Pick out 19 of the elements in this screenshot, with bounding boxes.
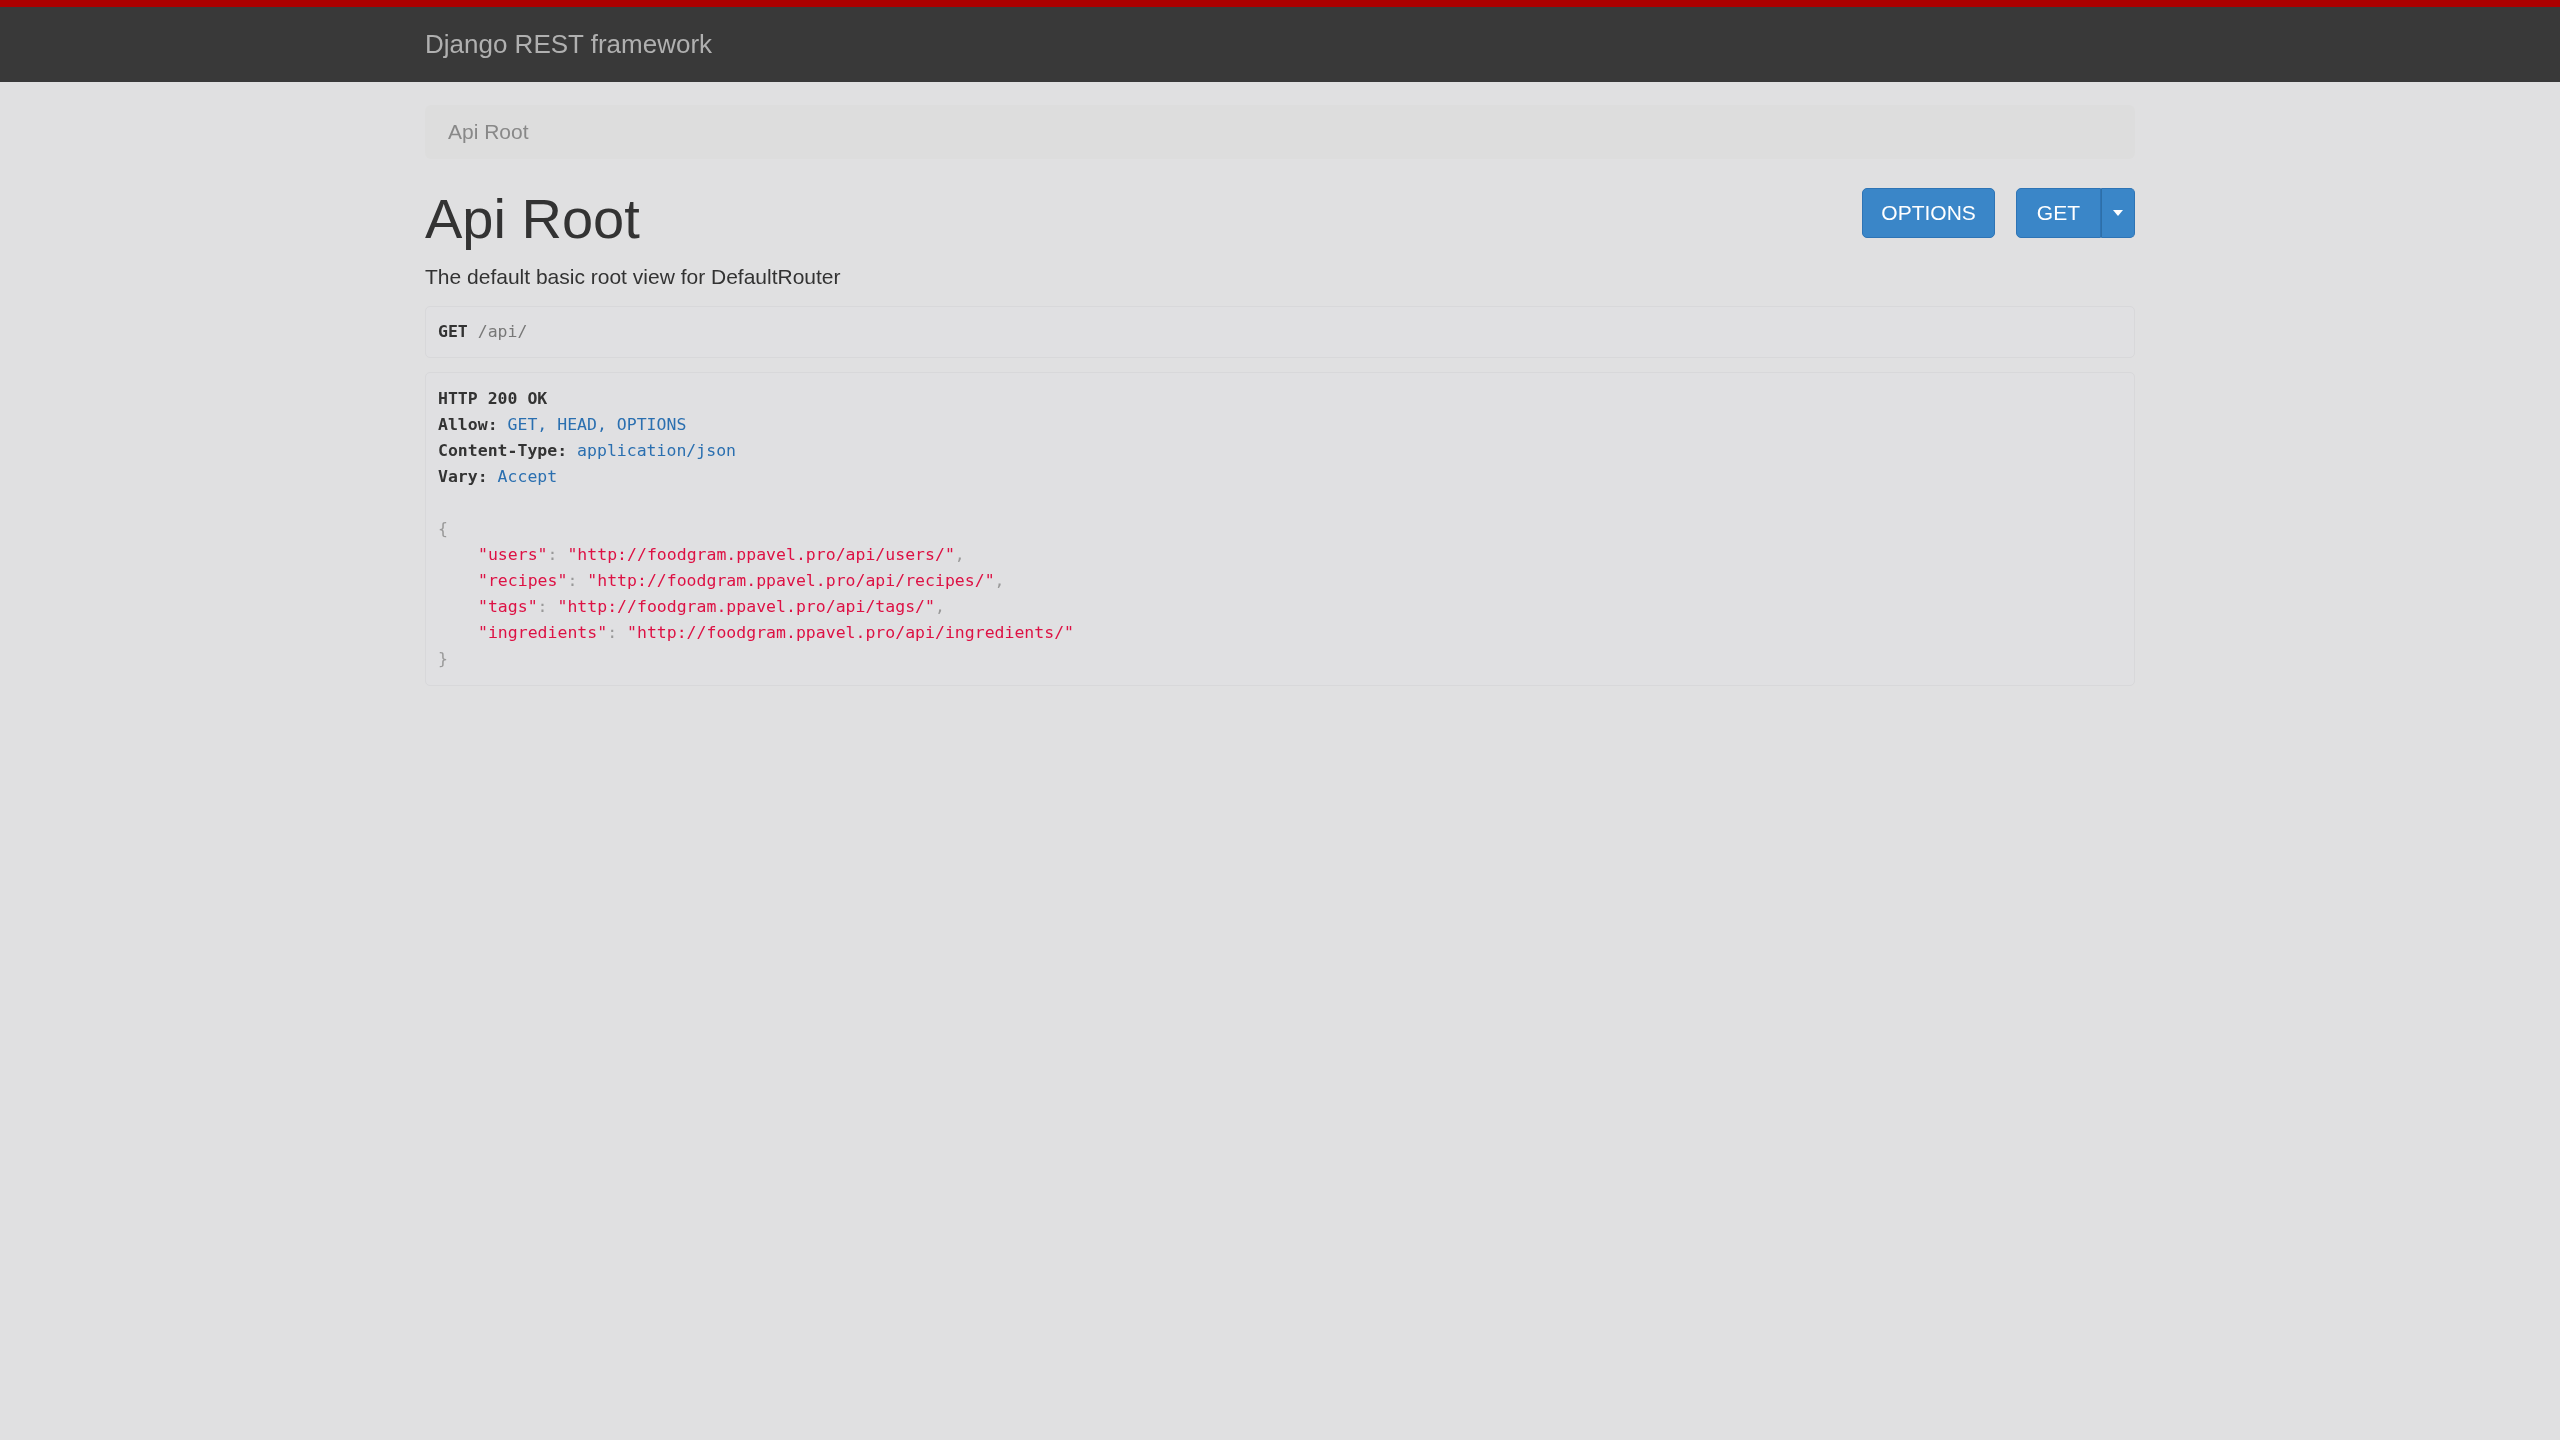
request-line: GET /api/	[438, 320, 529, 343]
brand-link[interactable]: Django REST framework	[425, 29, 713, 59]
get-button[interactable]: GET	[2015, 188, 2101, 238]
header-line: Allow: GET, HEAD, OPTIONS	[438, 413, 688, 436]
dropdown-toggle[interactable]	[2101, 188, 2135, 238]
header-line: Content-Type: application/json	[438, 439, 738, 462]
caret-icon	[2113, 210, 2123, 216]
json-line: "recipes": "http://foodgram.ppavel.pro/api/recipes/",	[477, 569, 1006, 592]
json-line: "users": "http://foodgram.ppavel.pro/api/users/",	[477, 543, 966, 566]
brace-text: {	[438, 517, 449, 540]
brace-text: }	[438, 647, 449, 670]
json-line: "tags": "http://foodgram.ppavel.pro/api/tags/",	[477, 595, 946, 618]
header-line: Vary: Accept	[438, 465, 559, 488]
page-title: Api Root	[425, 188, 640, 250]
breadcrumb-item: Api Root	[448, 120, 529, 143]
options-button[interactable]: OPTIONS	[1862, 188, 1995, 238]
description-text: The default basic root view for DefaultRouter	[425, 264, 842, 289]
status-line: HTTP 200 OK	[438, 387, 549, 410]
json-line: "ingredients": "http://foodgram.ppavel.pro/api/ingredients/"	[477, 621, 1076, 644]
